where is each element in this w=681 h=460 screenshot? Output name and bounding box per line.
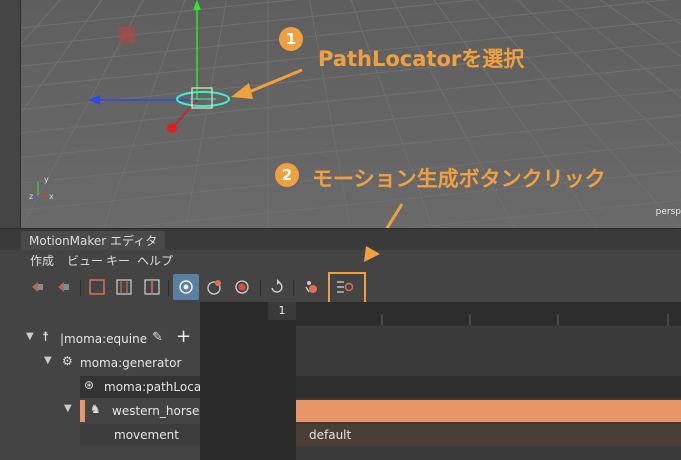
viewport-left-strip [0,0,21,228]
step2-badge: 2 [275,163,299,187]
western-horse-track[interactable] [296,400,681,422]
path-locator-icon: ⊛ [84,378,95,392]
refresh-icon[interactable] [266,276,288,298]
toolbar-separator [293,280,294,296]
track-color-tag [80,400,85,422]
outliner-row[interactable]: ⊛ moma:pathLocato [80,376,200,398]
time-ruler[interactable] [296,302,681,326]
camera-label: persp [655,207,681,217]
outliner-label: movement [114,428,179,442]
movement-track[interactable]: default [296,424,681,446]
frame-half-icon[interactable] [141,276,163,298]
expand-arrow-icon[interactable]: ▼ [44,355,52,366]
track-lane[interactable] [296,376,681,398]
target-button-active[interactable] [173,274,199,300]
next-key-icon[interactable] [52,276,74,298]
horse-icon[interactable] [203,276,225,298]
outliner-label: |moma:equine [60,332,148,346]
motionmaker-editor: MotionMaker エディタ 作成 ビュー キー ヘルプ ▼ ☨ |moma… [0,228,681,460]
character-icon[interactable] [300,276,322,298]
step1-callout: PathLocatorを選択 [318,47,525,71]
corner-x-label: x [49,192,54,201]
frame-box-icon[interactable] [86,276,108,298]
3d-viewport[interactable]: y x z persp 1 PathLocatorを選択 2 モーション生成ボタ… [0,0,681,228]
current-frame-marker[interactable]: 1 [268,302,296,320]
outliner-row[interactable]: ▼ ⚙ moma:generator [20,352,200,374]
prev-key-icon[interactable] [26,276,48,298]
step1-badge: 1 [279,27,303,51]
horse-node-icon: ♞ [90,402,101,416]
menu-help[interactable]: ヘルプ [137,250,173,272]
corner-y-label: y [44,175,49,184]
corner-z-label: z [29,192,33,201]
editor-menubar: 作成 ビュー キー ヘルプ [0,250,681,272]
red-cube[interactable] [119,27,135,43]
expand-arrow-icon[interactable]: ▼ [26,331,34,342]
timeline-panel[interactable]: 1 default [268,302,681,460]
outliner-label: western_horse [112,404,200,418]
viewport-scene[interactable]: y x z [0,0,681,228]
toolbar-separator [260,280,261,296]
outliner-panel: ▼ ☨ |moma:equine ✎ + ▼ ⚙ moma:generator … [20,302,200,460]
menu-create[interactable]: 作成 [30,250,54,272]
step2-callout: モーション生成ボタンクリック [312,167,606,191]
expand-arrow-icon[interactable]: ▼ [64,403,72,414]
add-icon[interactable]: + [176,326,191,347]
ruler-ticks [381,314,669,326]
editor-tab-bar: MotionMaker エディタ [0,228,681,251]
z-axis-handle-ball[interactable] [167,123,177,133]
track-divider-panel [200,302,296,460]
frame-split-icon[interactable] [113,276,135,298]
outliner-row[interactable]: ▼ ♞ western_horse [20,400,200,422]
callout2-arrowhead-icon [364,246,380,262]
outliner-label: moma:generator [80,356,182,370]
movement-value: default [309,428,352,442]
editor-toolbar [0,272,681,304]
pin-icon[interactable]: ✎ [152,330,163,345]
outliner-row[interactable]: ▼ ☨ |moma:equine ✎ + [20,326,200,350]
menu-key[interactable]: キー [106,250,130,272]
menu-view[interactable]: ビュー [67,250,103,272]
outliner-label: moma:pathLocato [104,380,200,394]
outliner-row[interactable]: movement [80,424,200,446]
generate-motion-highlight [328,272,366,304]
toolbar-separator [168,280,169,296]
tab-motionmaker-editor[interactable]: MotionMaker エディタ [21,231,166,251]
target-icon [179,280,193,294]
generator-icon: ⚙ [62,354,73,368]
person-icon: ☨ [42,330,50,345]
record-icon[interactable] [231,276,253,298]
toolbar-separator [80,280,81,296]
